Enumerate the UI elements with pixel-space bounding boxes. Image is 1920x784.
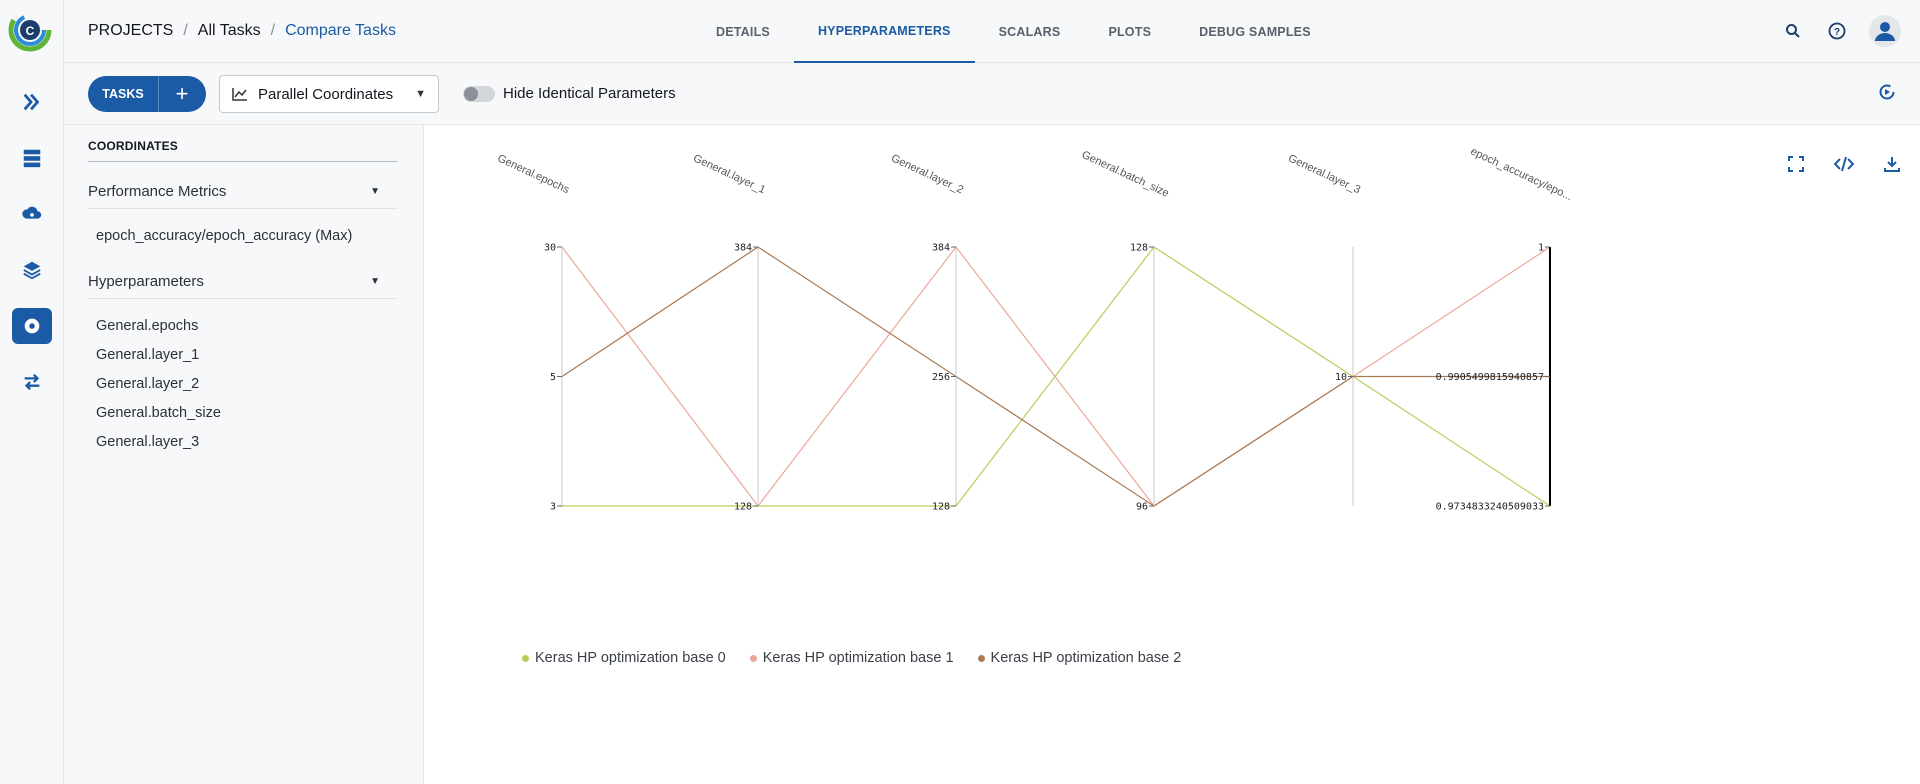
coordinates-panel: COORDINATES Performance Metrics ▼ epoch_… <box>64 125 424 784</box>
performance-metrics-section[interactable]: Performance Metrics ▼ <box>88 175 398 209</box>
parallel-coordinates-svg: 30 5 3 General.epochs 384 128 General.layer_1 3… <box>496 145 1574 513</box>
tab-debug-samples[interactable]: DEBUG SAMPLES <box>1175 0 1335 63</box>
compare-toolbar: TASKS + Parallel Coordinates ▼ Hide Iden… <box>64 63 1920 125</box>
legend-dot <box>977 654 985 662</box>
tick-label: 128 <box>734 502 752 513</box>
legend-dot <box>749 654 757 662</box>
tick-label: 0.9734833240509033 <box>1436 502 1544 513</box>
axis-title: epoch_accuracy/epo... <box>1469 145 1574 203</box>
projects-nav-icon[interactable] <box>12 140 52 176</box>
parallel-coordinates-plot: 30 5 3 General.epochs 384 128 General.layer_1 3… <box>425 125 1920 784</box>
orchestration-nav-icon[interactable] <box>12 196 52 232</box>
fullscreen-icon[interactable] <box>1772 155 1820 181</box>
view-mode-select[interactable]: Parallel Coordinates ▼ <box>219 75 439 113</box>
legend-dot <box>522 654 529 662</box>
breadcrumb-all-tasks[interactable]: All Tasks <box>198 22 261 40</box>
legend-label: Keras HP optimization base 2 <box>990 650 1182 666</box>
tick-label: 384 <box>932 243 950 254</box>
axis-title: General.layer_1 <box>691 152 767 196</box>
pipelines-nav-icon[interactable] <box>12 84 52 120</box>
breadcrumb-compare-tasks[interactable]: Compare Tasks <box>285 22 396 40</box>
metric-item[interactable]: epoch_accuracy/epoch_accuracy (Max) <box>96 228 352 244</box>
breadcrumb-separator: / <box>183 22 188 39</box>
hyperparameters-label: Hyperparameters <box>88 273 204 290</box>
hparam-item-layer-1[interactable]: General.layer_1 <box>96 347 199 363</box>
chevron-down-icon: ▼ <box>370 276 380 287</box>
add-task-button[interactable]: + <box>159 76 205 112</box>
top-header: PROJECTS / All Tasks / Compare Tasks DET… <box>64 0 1920 63</box>
breadcrumb-separator: / <box>270 22 276 39</box>
hide-identical-label: Hide Identical Parameters <box>503 85 676 102</box>
tasks-button[interactable]: TASKS <box>88 87 158 101</box>
left-nav-rail: C <box>0 0 64 784</box>
legend-label: Keras HP optimization base 0 <box>535 650 726 666</box>
line-chart-icon <box>232 88 247 101</box>
legend-entry[interactable]: Keras HP optimization base 0 <box>522 650 726 666</box>
experiments-nav-icon[interactable] <box>12 308 52 344</box>
tick-label: 128 <box>1130 243 1148 254</box>
tick-label: 96 <box>1136 502 1148 513</box>
series-line <box>561 246 1550 507</box>
chart-legend: Keras HP optimization base 0 Keras HP op… <box>522 650 1181 666</box>
tick-label: 30 <box>544 243 556 254</box>
clearml-logo[interactable]: C <box>8 8 52 52</box>
axis-title: General.layer_2 <box>889 152 965 196</box>
tick-label: 0.9905499815940857 <box>1436 372 1544 383</box>
hyperparameters-section[interactable]: Hyperparameters ▼ <box>88 265 398 299</box>
plot-tools <box>1772 155 1916 181</box>
chevron-down-icon: ▼ <box>370 186 380 197</box>
auto-refresh-icon[interactable] <box>1878 83 1896 106</box>
breadcrumb: PROJECTS / All Tasks / Compare Tasks <box>88 22 396 40</box>
performance-metrics-label: Performance Metrics <box>88 183 227 200</box>
divider <box>88 161 398 162</box>
view-mode-value: Parallel Coordinates <box>258 85 394 103</box>
tick-label: 256 <box>932 372 950 383</box>
axis-title: General.epochs <box>496 152 572 196</box>
hide-identical-toggle[interactable] <box>463 86 495 102</box>
axis-title: General.batch_size <box>1080 149 1171 200</box>
download-icon[interactable] <box>1868 155 1916 181</box>
svg-text:?: ? <box>1834 27 1840 38</box>
datasets-nav-icon[interactable] <box>12 252 52 288</box>
tick-label: 3 <box>550 502 556 513</box>
tab-scalars[interactable]: SCALARS <box>975 0 1085 63</box>
hparam-item-batch-size[interactable]: General.batch_size <box>96 405 221 421</box>
toggle-knob <box>464 87 478 101</box>
legend-entry[interactable]: Keras HP optimization base 2 <box>977 650 1182 666</box>
user-avatar-icon[interactable] <box>1868 14 1902 48</box>
legend-label: Keras HP optimization base 1 <box>762 650 954 666</box>
tab-hyperparameters[interactable]: HYPERPARAMETERS <box>793 0 975 63</box>
embed-code-icon[interactable] <box>1820 155 1868 181</box>
breadcrumb-projects[interactable]: PROJECTS <box>88 22 173 40</box>
svg-text:C: C <box>26 24 35 38</box>
search-icon[interactable] <box>1780 18 1806 44</box>
hparam-item-epochs[interactable]: General.epochs <box>96 318 198 334</box>
tick-label: 10 <box>1335 372 1347 383</box>
tab-details[interactable]: DETAILS <box>692 0 794 63</box>
help-icon[interactable]: ? <box>1824 18 1850 44</box>
axis-title: General.layer_3 <box>1286 152 1362 196</box>
tick-label: 128 <box>932 502 950 513</box>
tasks-button-group: TASKS + <box>88 76 206 112</box>
hparam-item-layer-2[interactable]: General.layer_2 <box>96 376 199 392</box>
tick-label: 5 <box>550 372 556 383</box>
chevron-down-icon: ▼ <box>415 88 426 100</box>
reports-nav-icon[interactable] <box>12 364 52 400</box>
coordinates-title: COORDINATES <box>88 139 178 153</box>
tick-label: 1 <box>1538 243 1544 254</box>
compare-tabs: DETAILS HYPERPARAMETERS SCALARS PLOTS DE… <box>692 0 1335 63</box>
tick-label: 384 <box>734 243 752 254</box>
tab-plots[interactable]: PLOTS <box>1084 0 1175 63</box>
hparam-item-layer-3[interactable]: General.layer_3 <box>96 434 199 450</box>
legend-entry[interactable]: Keras HP optimization base 1 <box>749 650 954 666</box>
